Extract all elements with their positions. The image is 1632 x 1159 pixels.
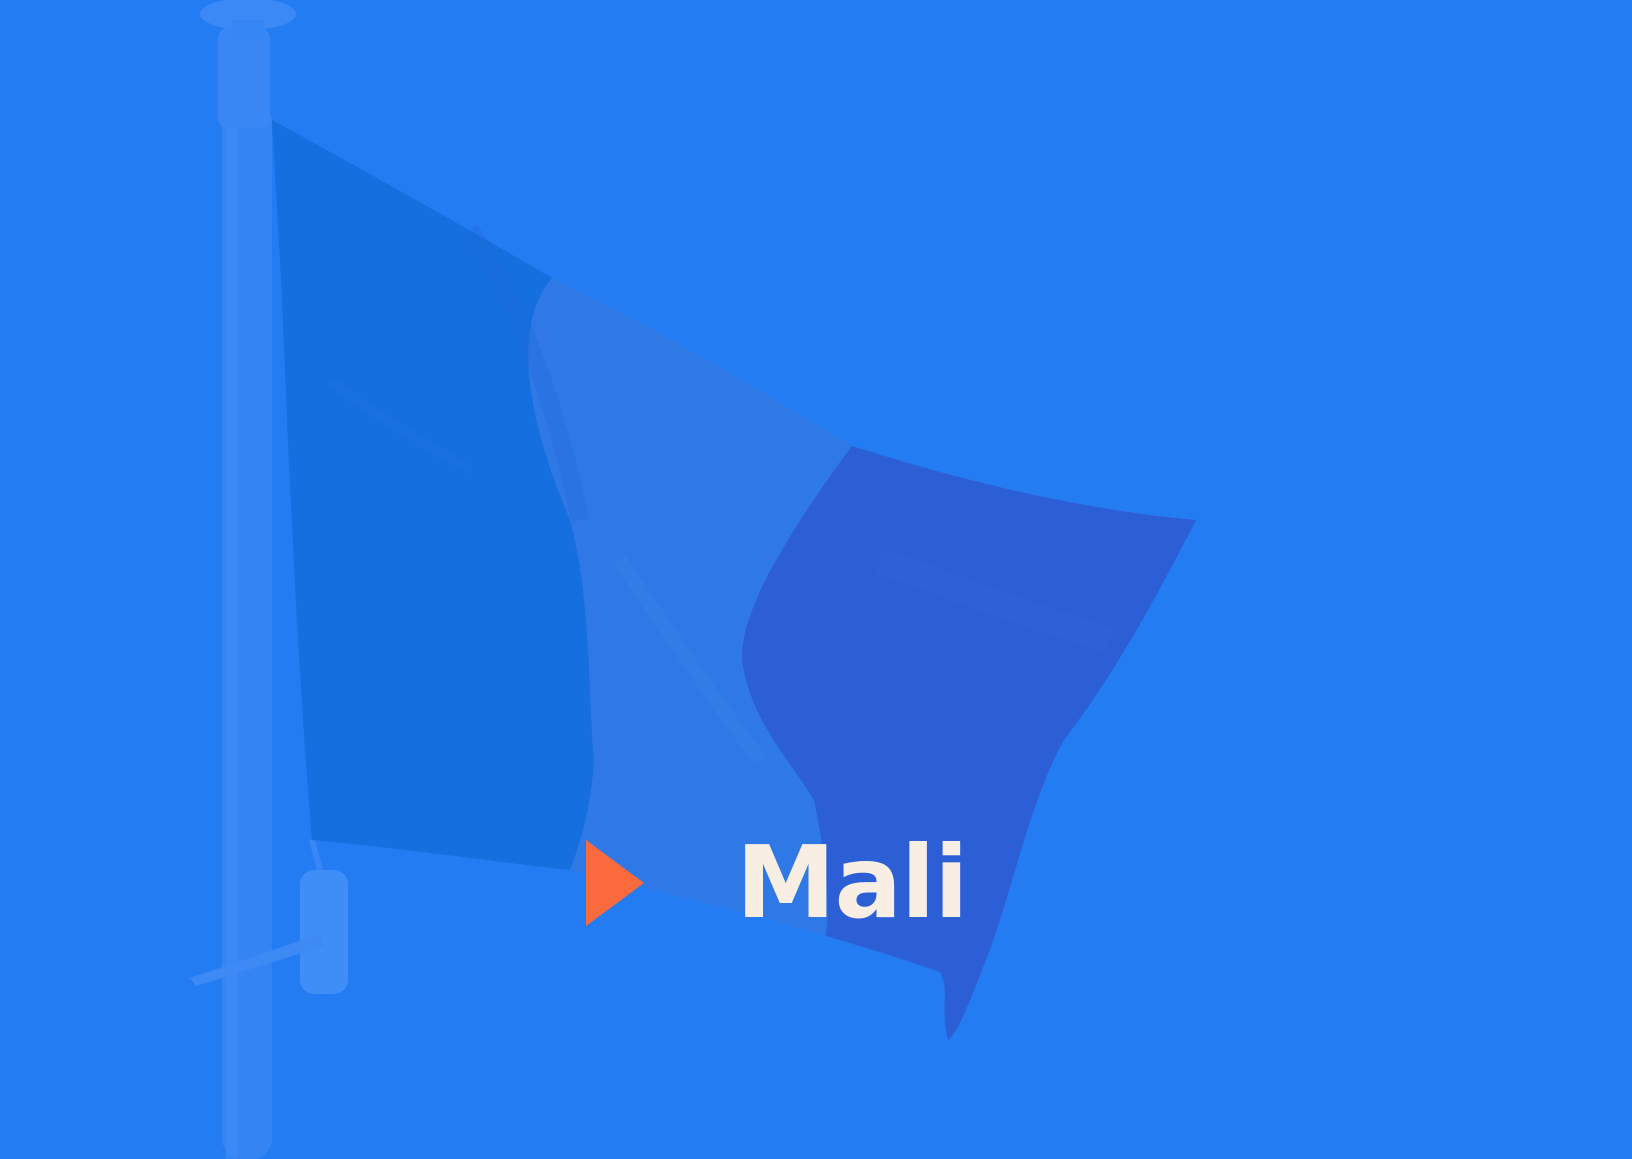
country-title: Mali bbox=[736, 824, 969, 941]
flag-photo bbox=[0, 0, 1632, 1159]
title-row: Mali bbox=[586, 824, 969, 941]
hero-scene: Mali bbox=[0, 0, 1632, 1159]
play-triangle-icon bbox=[586, 840, 644, 926]
